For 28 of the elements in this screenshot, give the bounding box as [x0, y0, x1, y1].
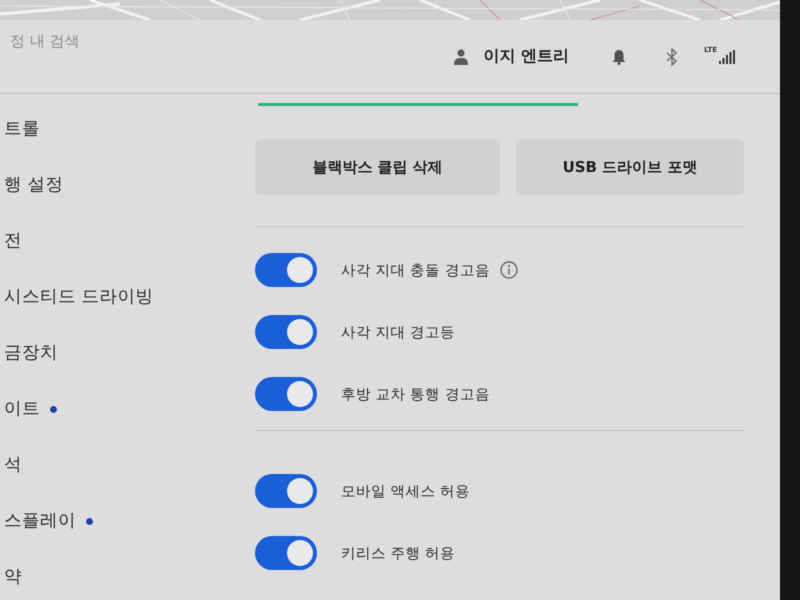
sidebar-item[interactable]: 금장치: [4, 341, 58, 365]
profile-name[interactable]: 이지 엔트리: [484, 46, 570, 67]
toggle-switch[interactable]: [255, 377, 317, 411]
toggle-switch[interactable]: [255, 315, 317, 349]
toggle-label: 키리스 주행 허용: [341, 544, 456, 562]
signal-icon: [719, 50, 735, 64]
toggle-label: 후방 교차 통행 경고음: [341, 386, 490, 404]
search-field[interactable]: 정 내 검색: [0, 28, 210, 54]
toggle-switch[interactable]: [255, 474, 317, 508]
toggle-switch[interactable]: [255, 536, 317, 570]
sidebar-item[interactable]: 트롤: [4, 117, 40, 141]
sidebar-item[interactable]: 스플레이: [4, 509, 76, 533]
sidebar-item[interactable]: 이트: [4, 397, 40, 421]
action-button[interactable]: USB 드라이브 포맷: [516, 139, 744, 195]
toggle-label: 모바일 액세스 허용: [341, 482, 470, 500]
bluetooth-icon[interactable]: [666, 48, 678, 66]
sidebar-item[interactable]: 전: [4, 229, 22, 253]
action-button[interactable]: 블랙박스 클립 삭제: [255, 139, 500, 195]
bell-icon[interactable]: [612, 48, 626, 64]
sidebar-item[interactable]: 시스티드 드라이빙: [4, 285, 154, 309]
person-icon[interactable]: [454, 48, 468, 64]
toggle-label: 사각 지대 충돌 경고음: [341, 262, 490, 280]
info-icon[interactable]: [500, 261, 518, 279]
toggle-switch[interactable]: [255, 253, 317, 287]
sidebar-item[interactable]: 약: [4, 565, 22, 589]
toggle-label: 사각 지대 경고등: [341, 324, 456, 342]
sidebar-item[interactable]: 행 설정: [4, 173, 64, 197]
sidebar-item[interactable]: 석: [4, 453, 22, 477]
